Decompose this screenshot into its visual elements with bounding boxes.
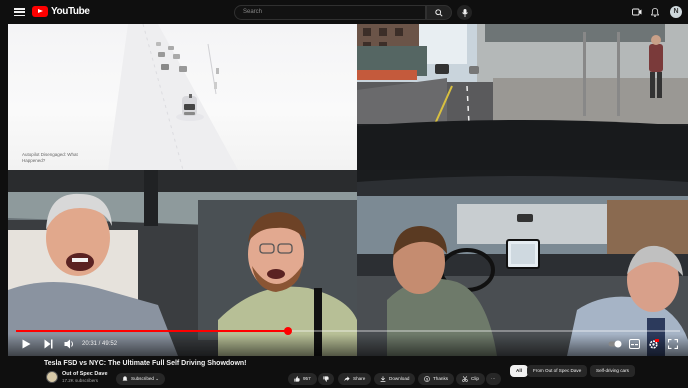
chip-self-driving-cars[interactable]: Self-driving cars <box>590 365 635 377</box>
passengers-scene <box>8 170 357 356</box>
play-icon[interactable] <box>22 339 31 349</box>
channel-avatar[interactable] <box>46 371 58 383</box>
thanks-dollar-icon: $ <box>424 375 430 382</box>
time-display: 20:31 / 49:52 <box>82 341 118 347</box>
fsd-visualization-panel: Autopilot Disengaged: What Happened? <box>8 24 357 170</box>
autoplay-toggle-icon[interactable] <box>608 340 622 348</box>
video-metadata: Tesla FSD vs NYC: The Ultimate Full Self… <box>0 356 688 388</box>
subscribed-button[interactable]: Subscribed ⌄ <box>116 373 166 385</box>
masthead: YouTube Search N <box>0 0 688 24</box>
search-input[interactable]: Search <box>234 5 426 20</box>
search-button[interactable] <box>426 5 452 20</box>
download-icon <box>380 376 386 382</box>
subscriber-count: 17.2K subscribers <box>62 378 99 383</box>
street-view-panel <box>357 24 688 170</box>
passengers-panel <box>8 170 357 356</box>
clip-button[interactable]: Clip <box>456 373 485 385</box>
thumbs-up-icon <box>294 376 300 382</box>
bell-icon <box>122 376 128 381</box>
more-actions-button[interactable]: ··· <box>486 373 501 385</box>
hamburger-menu-icon[interactable] <box>14 8 25 16</box>
next-video-icon[interactable] <box>44 339 53 349</box>
cabin-scene <box>357 170 688 356</box>
download-button[interactable]: Download <box>374 373 416 385</box>
subscribed-label: Subscribed <box>131 376 154 381</box>
youtube-play-logo-icon <box>32 6 48 17</box>
fullscreen-icon[interactable] <box>668 339 678 349</box>
create-video-icon[interactable] <box>632 8 642 16</box>
video-title: Tesla FSD vs NYC: The Ultimate Full Self… <box>44 360 247 367</box>
progress-bar[interactable] <box>16 327 680 335</box>
progress-played <box>16 330 289 332</box>
microphone-icon <box>461 8 468 17</box>
thumbs-down-icon <box>323 376 329 382</box>
download-label: Download <box>389 376 410 381</box>
volume-icon[interactable] <box>64 339 75 349</box>
youtube-logo[interactable]: YouTube <box>32 6 90 17</box>
voice-search-button[interactable] <box>457 5 472 20</box>
search-icon <box>435 8 443 17</box>
chevron-down-icon: ⌄ <box>153 376 160 381</box>
share-icon <box>344 376 350 382</box>
thanks-label: Thanks <box>433 376 449 381</box>
share-button[interactable]: Share <box>338 373 372 385</box>
dislike-button[interactable] <box>318 373 334 385</box>
subtitles-icon[interactable] <box>629 339 640 349</box>
player-controls: 20:31 / 49:52 <box>8 334 688 356</box>
scissors-clip-icon <box>462 375 468 382</box>
cabin-panel <box>357 170 688 356</box>
fsd-visualization-scene <box>108 24 238 170</box>
channel-name[interactable]: Out of Spec Dave <box>62 371 108 377</box>
visualization-caption: Autopilot Disengaged: What Happened? <box>22 152 78 164</box>
settings-gear-icon[interactable] <box>648 339 659 350</box>
more-dots-icon: ··· <box>491 376 496 381</box>
share-label: Share <box>353 376 366 381</box>
like-count: 957 <box>303 376 311 381</box>
account-avatar[interactable]: N <box>670 6 682 18</box>
notifications-bell-icon[interactable] <box>651 8 659 17</box>
like-button[interactable]: 957 <box>288 373 317 385</box>
clip-label: Clip <box>471 376 479 381</box>
nyc-street-scene <box>357 24 688 170</box>
chip-from-channel[interactable]: From Out of Spec Dave <box>527 365 588 377</box>
chip-all[interactable]: All <box>510 365 528 377</box>
video-player[interactable]: Autopilot Disengaged: What Happened? 20:… <box>8 24 688 356</box>
thanks-button[interactable]: $ Thanks <box>418 373 455 385</box>
logo-text: YouTube <box>51 6 90 17</box>
caption-line-2: Happened? <box>22 158 46 163</box>
